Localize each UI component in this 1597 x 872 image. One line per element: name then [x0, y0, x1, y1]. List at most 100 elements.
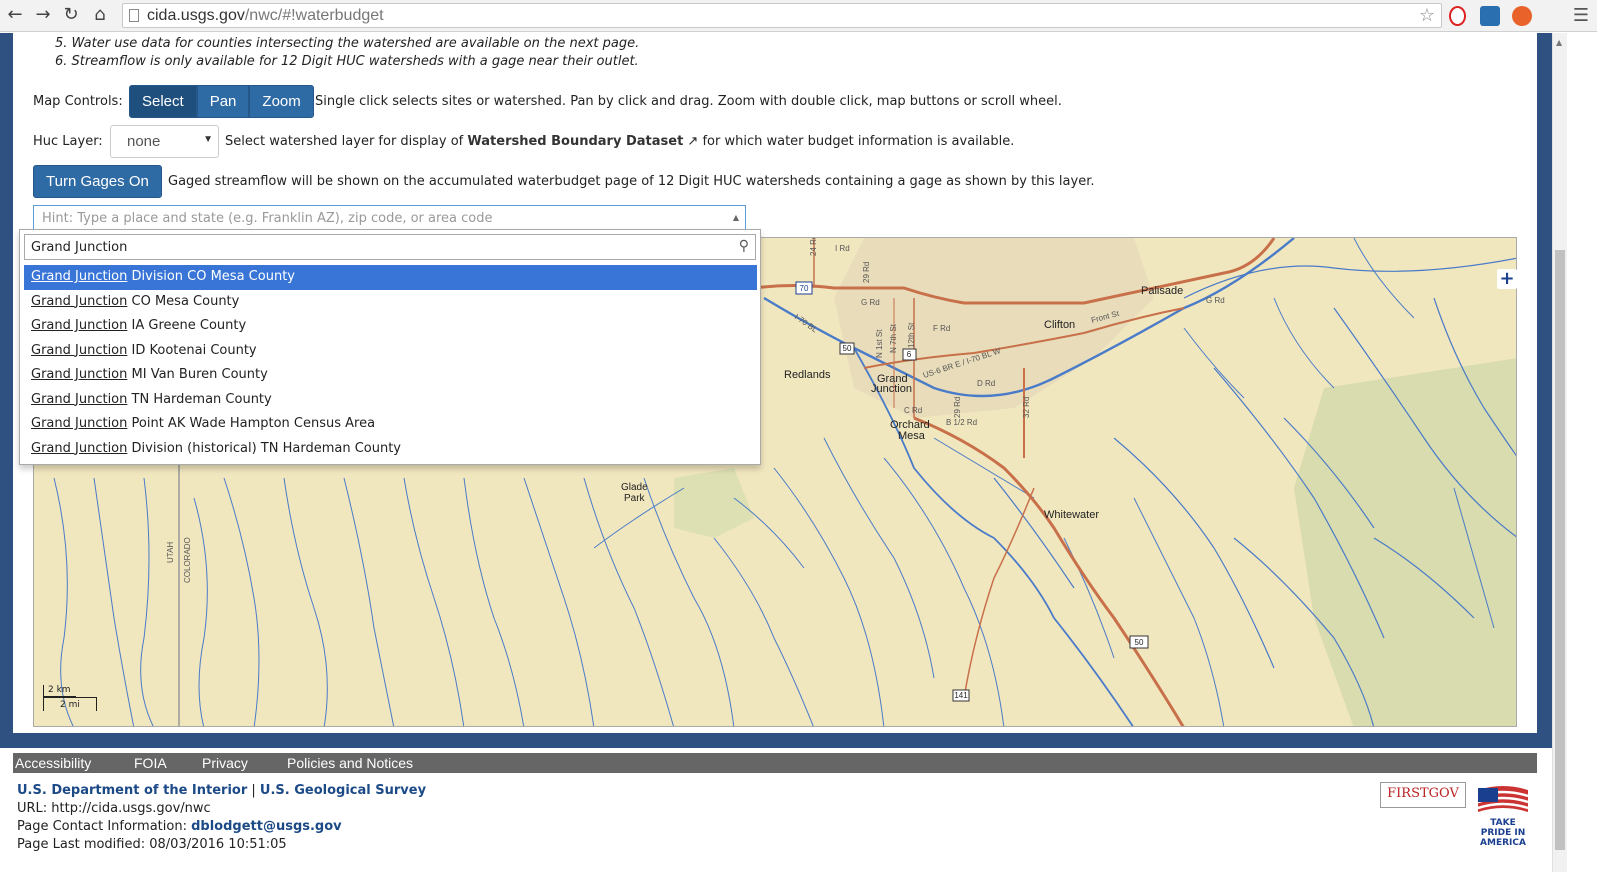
address-bar[interactable]: cida.usgs.gov/nwc/#!waterbudget ☆: [122, 3, 1442, 28]
map-label-junction: Junction: [871, 383, 912, 395]
place-results-list: Grand Junction Division CO Mesa County G…: [24, 265, 757, 461]
huc-layer-select[interactable]: none ▼: [110, 125, 219, 158]
browser-toolbar: ← → ↻ ⌂ cida.usgs.gov/nwc/#!waterbudget …: [0, 0, 1597, 32]
i70-shield-text: 70: [800, 284, 809, 293]
map-label-b12rd: B 1/2 Rd: [946, 418, 977, 427]
instructions-list: 5. Water use data for counties intersect…: [55, 35, 639, 71]
forward-icon[interactable]: →: [32, 4, 54, 26]
notification-extension-icon[interactable]: [1512, 6, 1532, 26]
url-host: cida.usgs.gov: [147, 7, 245, 24]
huc-layer-description: Select watershed layer for display of Wa…: [225, 134, 1014, 149]
footer-link-privacy[interactable]: Privacy: [202, 753, 248, 773]
huc-desc-before: Select watershed layer for display of: [225, 134, 464, 149]
footer-link-foia[interactable]: FOIA: [134, 753, 167, 773]
huc-layer-label: Huc Layer:: [33, 134, 103, 149]
reload-icon[interactable]: ↻: [60, 4, 82, 26]
screenshot-extension-icon[interactable]: [1480, 6, 1500, 26]
map-label-utah: UTAH: [166, 542, 175, 563]
doi-link[interactable]: U.S. Department of the Interior: [17, 783, 247, 798]
scroll-thumb[interactable]: [1555, 250, 1565, 850]
place-result[interactable]: Grand Junction ID Kootenai County: [24, 339, 757, 364]
map-label-n1st: N 1st St: [875, 329, 884, 358]
scroll-up-icon[interactable]: ▲: [1556, 38, 1562, 47]
home-icon[interactable]: ⌂: [89, 4, 111, 26]
huc-desc-after: for which water budget information is av…: [702, 134, 1015, 149]
map-label-drd: D Rd: [977, 379, 995, 388]
forest-area: [674, 468, 754, 538]
map-label-crd: C Rd: [904, 406, 922, 415]
place-search-placeholder: Hint: Type a place and state (e.g. Frank…: [42, 211, 493, 226]
firstgov-logo[interactable]: FIRSTGOV: [1380, 782, 1466, 808]
map-label-i70bl: I-70 BL: [793, 312, 820, 334]
place-result[interactable]: Grand Junction Division CO Mesa County: [24, 265, 757, 290]
scale-mi: 2 mi: [43, 697, 97, 711]
footer-url: URL: http://cida.usgs.gov/nwc: [17, 801, 211, 816]
zoom-button[interactable]: Zoom: [249, 85, 314, 118]
map-label-ird: I Rd: [835, 244, 850, 253]
forest-area: [1294, 358, 1516, 726]
footer-link-accessibility[interactable]: Accessibility: [15, 753, 91, 773]
map-label-n7th: N 7th St: [889, 323, 898, 353]
map-label-mesa: Mesa: [898, 430, 926, 442]
usgs-link[interactable]: U.S. Geological Survey: [260, 783, 426, 798]
map-controls-description: Single click selects sites or watershed.…: [315, 94, 1062, 109]
map-label-29rd-south: 29 Rd: [953, 397, 962, 418]
place-search-query: Grand Junction: [31, 240, 128, 255]
place-result[interactable]: Grand Junction Point AK Wade Hampton Cen…: [24, 412, 757, 437]
map-label-grd: G Rd: [861, 298, 880, 307]
page-icon: [129, 9, 139, 22]
place-result[interactable]: Grand Junction CO Mesa County: [24, 290, 757, 315]
footer-link-policies[interactable]: Policies and Notices: [287, 753, 413, 773]
contact-email-link[interactable]: dblodgett@usgs.gov: [191, 819, 342, 834]
map-label-32rd: 32 Rd: [1022, 397, 1031, 418]
place-result[interactable]: Grand Junction TN Hardeman County: [24, 388, 757, 413]
map-controls-label: Map Controls:: [33, 94, 123, 109]
gages-description: Gaged streamflow will be shown on the ac…: [168, 174, 1095, 189]
wbd-link[interactable]: Watershed Boundary Dataset: [467, 134, 683, 149]
place-result[interactable]: Grand Junction MI Van Buren County: [24, 363, 757, 388]
place-result[interactable]: Grand Junction IA Greene County: [24, 314, 757, 339]
url-path: /nwc/#!waterbudget: [244, 7, 384, 24]
scale-km: 2 km: [43, 685, 76, 697]
zoom-in-button[interactable]: +: [1497, 269, 1517, 289]
search-icon: ⚲: [738, 238, 749, 254]
map-label-park: Park: [624, 493, 646, 504]
external-link-icon: ↗: [687, 134, 699, 149]
place-result[interactable]: Grand Junction Division (historical) TN …: [24, 437, 757, 462]
map-label-24rd: 24 Rd: [809, 238, 818, 256]
place-search-input[interactable]: Grand Junction ⚲: [24, 234, 756, 260]
huc-layer-value: none: [127, 133, 161, 150]
map-label-clifton: Clifton: [1044, 319, 1075, 331]
hwy141-shield-text: 141: [954, 691, 968, 700]
menu-icon[interactable]: ☰: [1573, 5, 1589, 26]
back-icon[interactable]: ←: [4, 4, 26, 26]
pan-button[interactable]: Pan: [196, 85, 250, 118]
us50-shield-text: 50: [843, 344, 852, 353]
contact-label: Page Contact Information:: [17, 819, 187, 834]
map-label-grd-east: G Rd: [1206, 296, 1225, 305]
map-label-whitewater: Whitewater: [1044, 509, 1099, 521]
last-modified: Page Last modified: 08/03/2016 10:51:05: [17, 837, 287, 852]
note-6: 6. Streamflow is only available for 12 D…: [55, 54, 639, 69]
map-controls-group: Select Pan Zoom: [129, 85, 314, 118]
place-search-combobox[interactable]: Hint: Type a place and state (e.g. Frank…: [33, 205, 746, 231]
footer-info: U.S. Department of the Interior | U.S. G…: [17, 782, 426, 854]
map-label-colorado: COLORADO: [183, 537, 192, 583]
bookmark-star-icon[interactable]: ☆: [1419, 5, 1435, 26]
map-label-frd: F Rd: [933, 324, 950, 333]
footer-separator: |: [251, 783, 256, 798]
map-label-redlands: Redlands: [784, 369, 831, 381]
us6-shield-text: 6: [907, 350, 912, 359]
select-button[interactable]: Select: [129, 85, 197, 118]
footer-links-bar: Accessibility FOIA Privacy Policies and …: [13, 753, 1537, 773]
turn-gages-on-button[interactable]: Turn Gages On: [33, 165, 162, 198]
place-search-dropdown: Grand Junction ⚲ Grand Junction Division…: [19, 229, 761, 465]
map-label-29rd: 29 Rd: [862, 262, 871, 283]
map-label-palisade: Palisade: [1141, 285, 1183, 297]
map-label-glade: Glade: [621, 482, 648, 493]
opera-extension-icon[interactable]: [1449, 6, 1466, 26]
chevron-up-icon: ▲: [732, 213, 739, 222]
take-pride-text: TAKE PRIDE IN AMERICA: [1480, 818, 1526, 848]
chevron-down-icon: ▼: [203, 134, 213, 145]
note-5: 5. Water use data for counties intersect…: [55, 36, 640, 51]
